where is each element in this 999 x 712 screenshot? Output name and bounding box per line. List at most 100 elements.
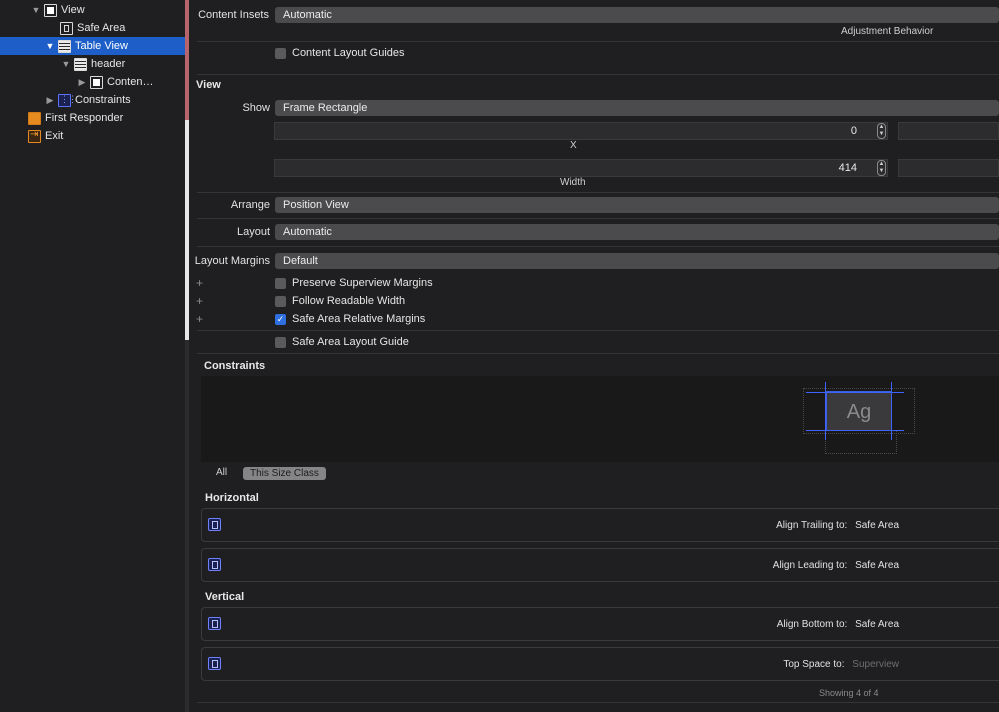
safe-area-layout-guide-checkbox[interactable] — [275, 336, 286, 348]
outline-item-label: Table View — [75, 40, 128, 52]
preserve-superview-margins-row[interactable]: Preserve Superview Margins — [275, 275, 433, 291]
outline-item-exit[interactable]: Exit — [0, 127, 185, 145]
preserve-superview-margins-label: Preserve Superview Margins — [292, 277, 433, 289]
table-view-icon — [58, 39, 71, 53]
view-icon — [44, 3, 57, 17]
table-view-icon — [74, 57, 87, 71]
constraint-description: Top Space to: Superview — [783, 659, 899, 670]
constraint-row[interactable]: Align Leading to: Safe Area — [201, 548, 999, 582]
constraint-target: Superview — [852, 659, 899, 670]
margin-guide — [825, 430, 897, 454]
constraint-pin-bottom — [806, 430, 904, 431]
disclosure-triangle[interactable]: ▶ — [76, 77, 88, 88]
disclosure-triangle[interactable]: ▼ — [44, 41, 56, 51]
top-constraint-icon — [208, 657, 221, 670]
safe-area-layout-guide-row[interactable]: Safe Area Layout Guide — [275, 334, 409, 350]
outline-item-label: View — [61, 4, 85, 16]
outline-item-label: Conten… — [107, 76, 154, 88]
constraint-target: Safe Area — [855, 560, 899, 571]
outline-item-label: Exit — [45, 130, 64, 142]
divider — [197, 246, 999, 247]
horizontal-title: Horizontal — [205, 492, 259, 504]
divider — [197, 330, 999, 331]
outline-item-header[interactable]: ▼ header — [0, 55, 185, 73]
outline-item-safe-area[interactable]: Safe Area — [0, 19, 185, 37]
show-label: Show — [242, 102, 270, 114]
layout-margins-popup[interactable]: Default — [275, 253, 999, 269]
constraint-description: Align Leading to: Safe Area — [773, 560, 899, 571]
layout-popup[interactable]: Automatic — [275, 224, 999, 240]
follow-readable-width-label: Follow Readable Width — [292, 295, 406, 307]
plus-icon[interactable]: + — [196, 312, 203, 326]
content-insets-popup[interactable]: Automatic — [275, 7, 999, 23]
vertical-title: Vertical — [205, 591, 245, 603]
height-field[interactable] — [898, 159, 999, 177]
constraint-pin-leading — [825, 382, 826, 440]
width-field[interactable]: 414 — [274, 159, 888, 177]
view-icon — [90, 75, 103, 89]
constraint-row[interactable]: Align Bottom to: Safe Area — [201, 607, 999, 641]
safe-area-icon — [60, 21, 73, 35]
constraint-target: Safe Area — [855, 520, 899, 531]
show-popup[interactable]: Frame Rectangle — [275, 100, 999, 116]
constraint-label: Top Space to: — [783, 659, 845, 670]
outline-item-table-view[interactable]: ▼ Table View — [0, 37, 185, 55]
segment-this-size-class[interactable]: This Size Class — [243, 467, 326, 480]
divider — [197, 702, 999, 703]
preserve-superview-margins-checkbox[interactable] — [275, 277, 286, 289]
width-caption: Width — [560, 177, 586, 188]
constraints-section-title: Constraints — [204, 360, 266, 372]
outline-item-constraints[interactable]: ▶ Constraints — [0, 91, 185, 109]
trailing-constraint-icon — [208, 518, 221, 531]
outline-item-view[interactable]: ▼ View — [0, 1, 185, 19]
divider — [197, 74, 999, 75]
showing-count: Showing 4 of 4 — [819, 688, 879, 698]
plus-icon[interactable]: + — [196, 294, 203, 308]
content-insets-label: Content Insets — [198, 9, 269, 21]
constraint-pin-top — [806, 392, 904, 393]
bottom-constraint-icon — [208, 617, 221, 630]
arrange-label: Arrange — [230, 199, 270, 211]
document-outline: ▼ View Safe Area ▼ Table View ▼ header ▶… — [0, 0, 185, 712]
x-caption: X — [570, 140, 577, 151]
divider — [197, 218, 999, 219]
divider — [197, 192, 999, 193]
constraint-row[interactable]: Align Trailing to: Safe Area — [201, 508, 999, 542]
constraint-row[interactable]: Top Space to: Superview — [201, 647, 999, 681]
follow-readable-width-row[interactable]: Follow Readable Width — [275, 293, 405, 309]
leading-constraint-icon — [208, 558, 221, 571]
exit-icon — [28, 129, 41, 143]
adjustment-behavior-caption: Adjustment Behavior — [841, 26, 934, 37]
content-layout-guides-row[interactable]: Content Layout Guides — [275, 45, 405, 61]
outline-item-label: First Responder — [45, 112, 124, 124]
x-stepper[interactable]: ▲ ▼ — [877, 123, 886, 139]
segment-all[interactable]: All — [216, 467, 227, 478]
view-section-title: View — [196, 79, 221, 91]
disclosure-triangle[interactable]: ▼ — [60, 59, 72, 69]
constraints-icon — [58, 93, 76, 107]
x-field[interactable]: 0 — [274, 122, 888, 140]
constraint-description: Align Trailing to: Safe Area — [776, 520, 899, 531]
constraint-preview-view: Ag — [826, 391, 892, 431]
content-layout-guides-checkbox[interactable] — [275, 47, 286, 59]
arrange-popup[interactable]: Position View — [275, 197, 999, 213]
constraint-label: Align Bottom to: — [776, 619, 848, 630]
constraint-target: Safe Area — [855, 619, 899, 630]
outline-item-first-responder[interactable]: First Responder — [0, 109, 185, 127]
disclosure-triangle[interactable]: ▶ — [44, 95, 56, 106]
safe-area-relative-margins-checkbox[interactable]: ✓ — [275, 313, 286, 325]
follow-readable-width-checkbox[interactable] — [275, 295, 286, 307]
plus-icon[interactable]: + — [196, 276, 203, 290]
constraint-label: Align Trailing to: — [776, 520, 848, 531]
first-responder-icon — [28, 111, 41, 125]
width-stepper[interactable]: ▲ ▼ — [877, 160, 886, 176]
safe-area-relative-margins-label: Safe Area Relative Margins — [292, 313, 426, 325]
constraint-label: Align Leading to: — [772, 560, 848, 571]
y-field[interactable] — [898, 122, 999, 140]
attributes-inspector: Content Insets Automatic Adjustment Beha… — [189, 0, 999, 712]
outline-item-label: Safe Area — [77, 22, 126, 34]
outline-item-content-view[interactable]: ▶ Conten… — [0, 73, 185, 91]
outline-item-label: header — [91, 58, 126, 70]
safe-area-relative-margins-row[interactable]: ✓ Safe Area Relative Margins — [275, 311, 425, 327]
disclosure-triangle[interactable]: ▼ — [30, 5, 42, 15]
